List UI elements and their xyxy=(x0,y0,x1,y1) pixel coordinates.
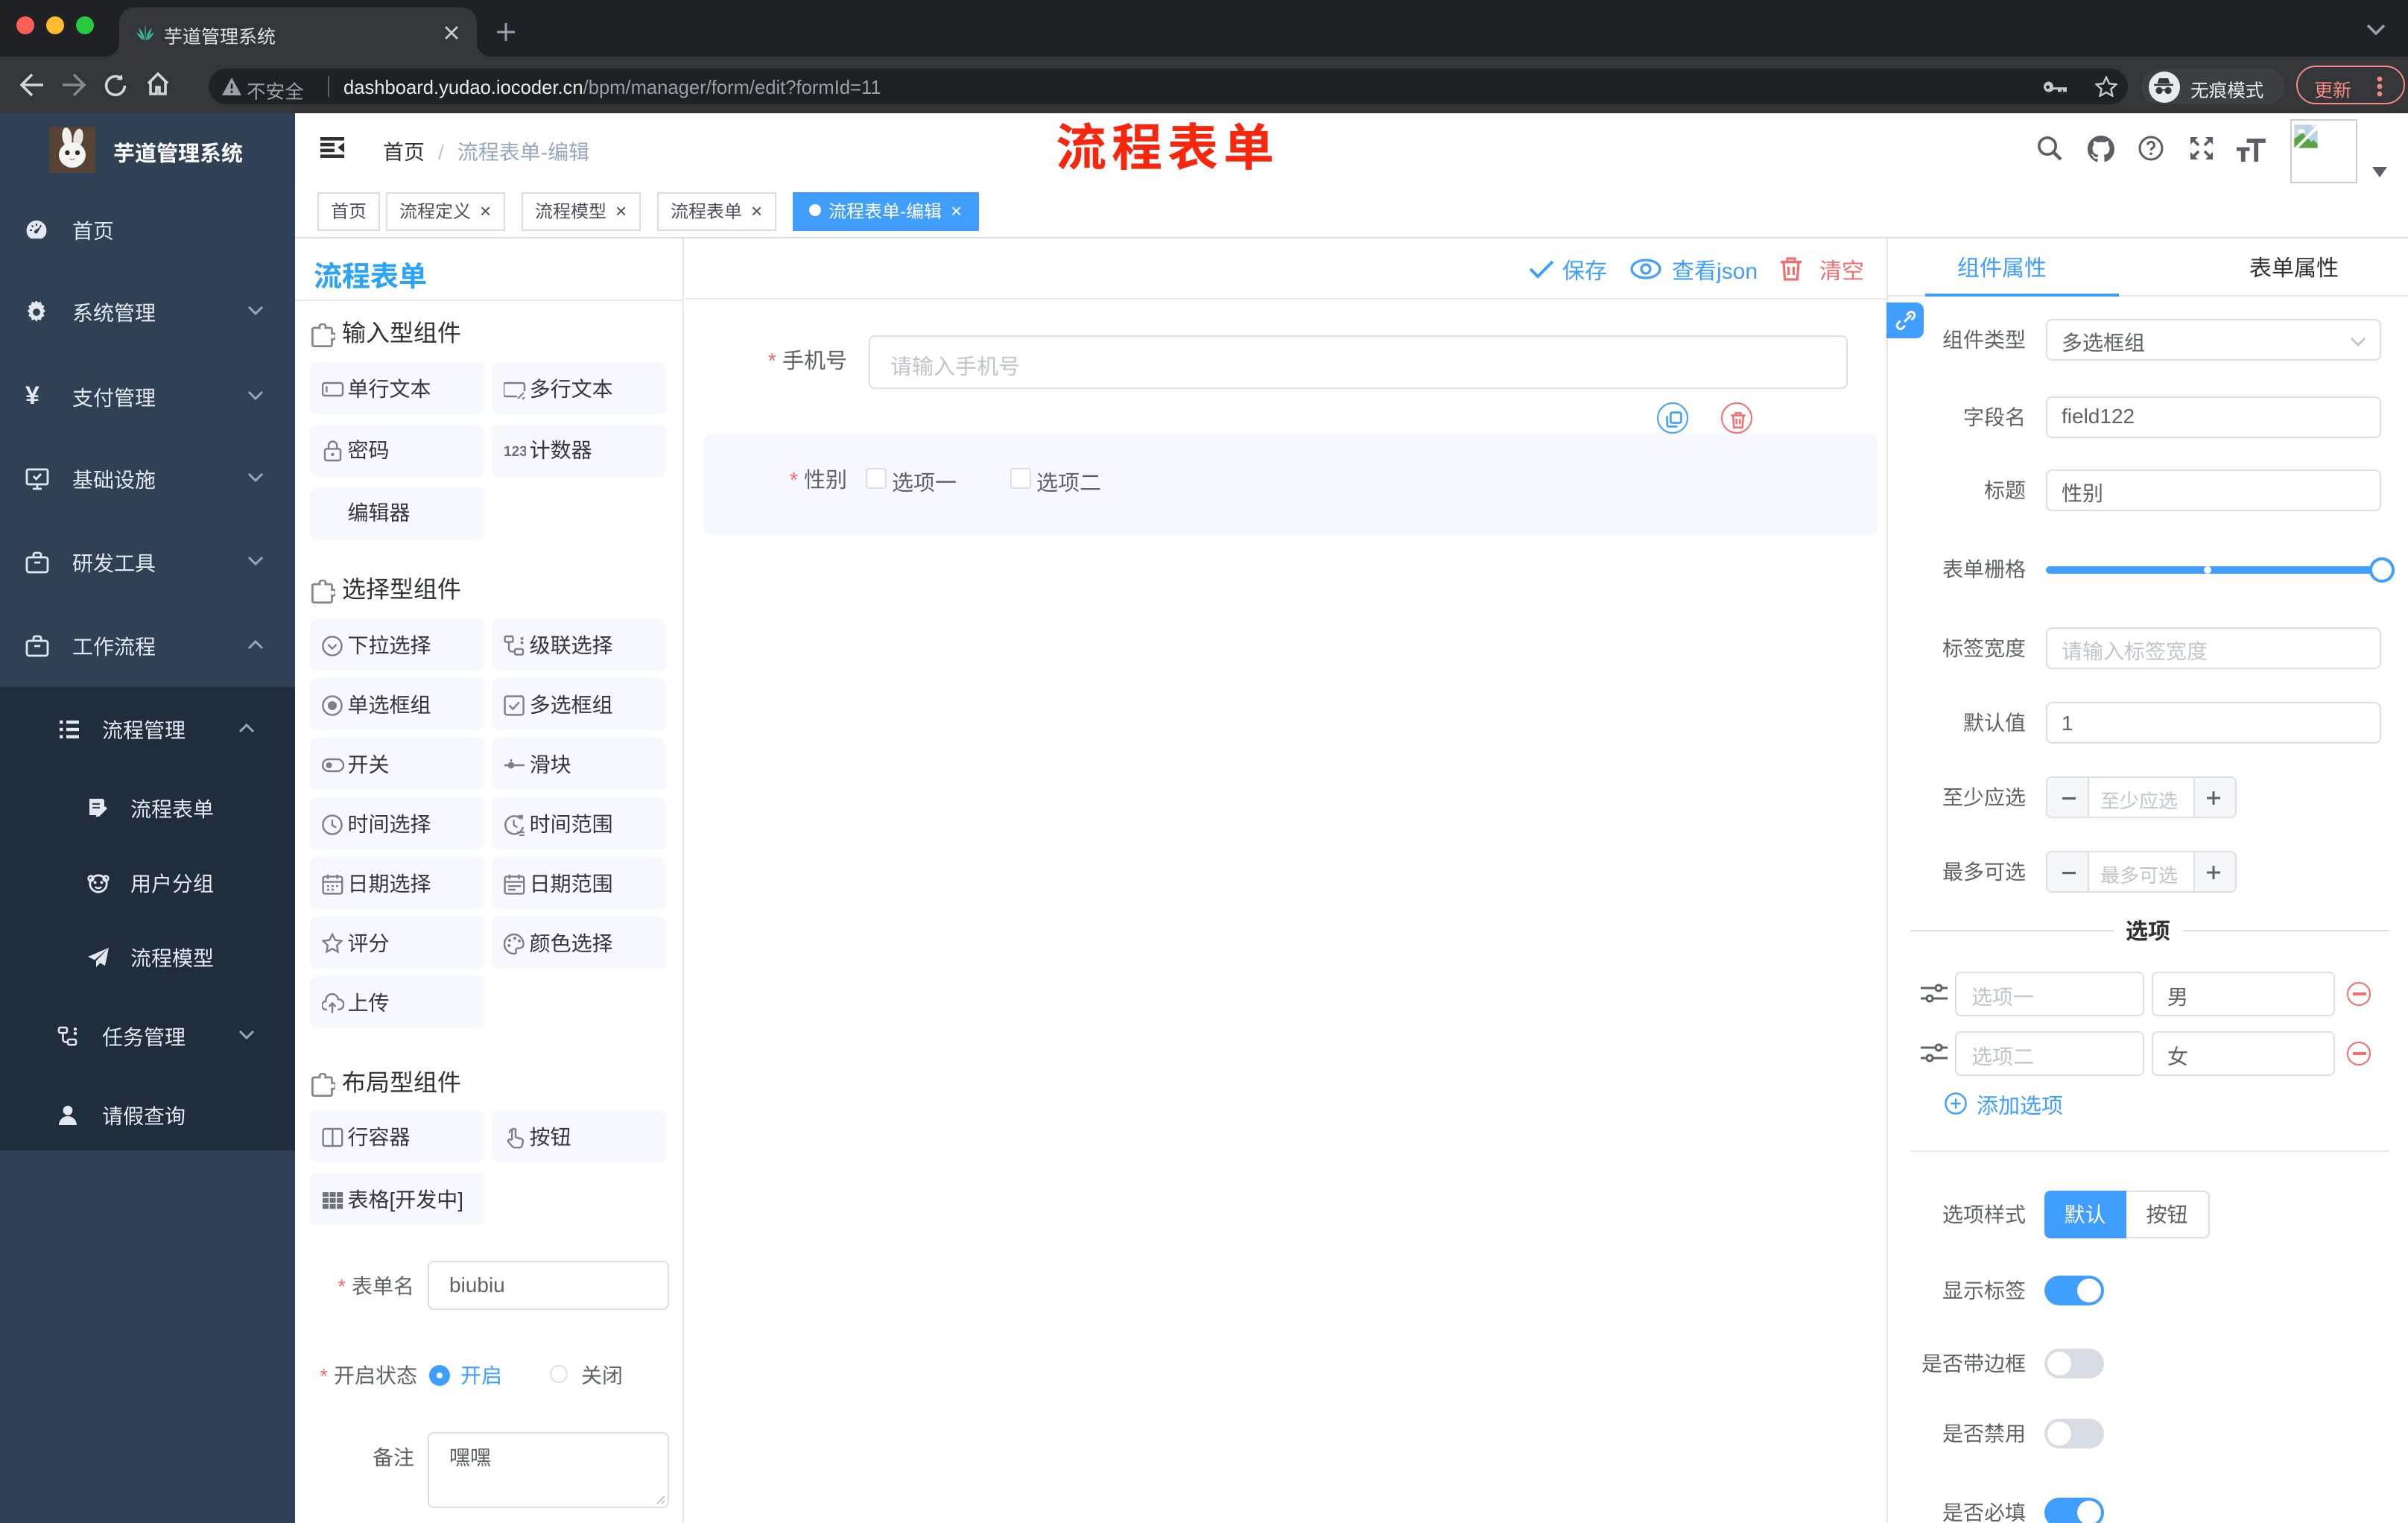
svg-text:123: 123 xyxy=(504,444,526,460)
